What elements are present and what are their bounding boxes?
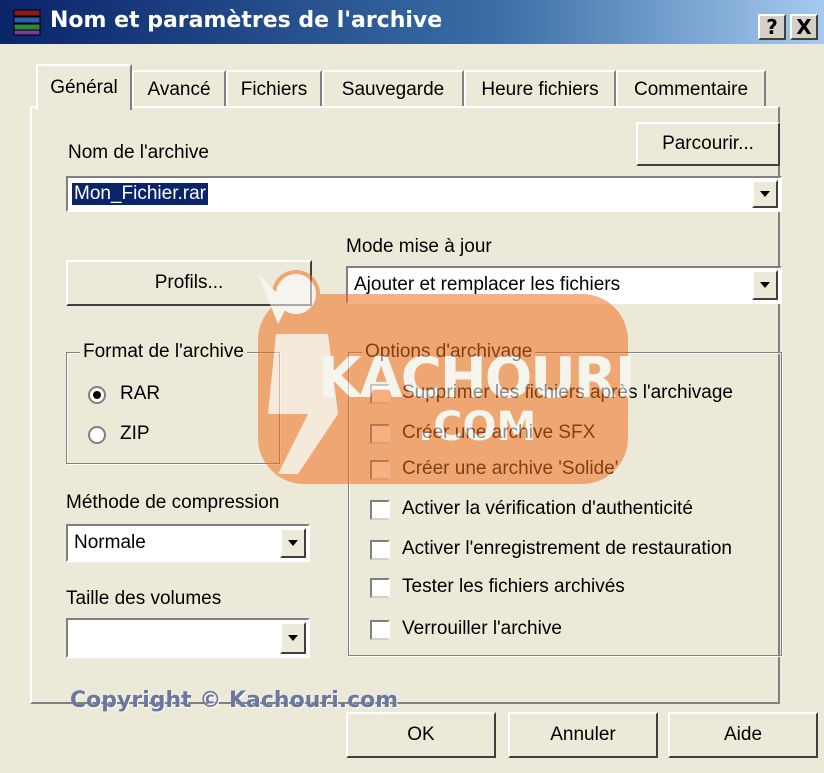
copyright-text: Copyright © Kachouri.com <box>70 688 399 713</box>
archive-name-dropdown-button[interactable] <box>752 180 778 208</box>
option-recovery-record-checkbox[interactable] <box>370 540 390 560</box>
option-authenticity-checkbox[interactable] <box>370 500 390 520</box>
help-button[interactable]: Aide <box>668 712 818 758</box>
option-delete-files-checkbox[interactable] <box>370 384 390 404</box>
radio-selected-dot <box>93 391 101 399</box>
update-mode-label: Mode mise à jour <box>346 236 492 257</box>
window-title: Nom et paramètres de l'archive <box>50 8 443 33</box>
close-icon: X <box>796 15 812 39</box>
tab-backup[interactable]: Sauvegarde <box>322 70 464 108</box>
option-lock-archive-label[interactable]: Verrouiller l'archive <box>402 618 562 640</box>
format-zip-radio[interactable] <box>88 426 106 444</box>
volume-size-combo[interactable] <box>66 618 310 658</box>
archive-name-combo[interactable]: Mon_Fichier.rar <box>66 176 782 212</box>
tab-files[interactable]: Fichiers <box>226 70 322 108</box>
tab-general[interactable]: Général <box>36 64 132 110</box>
volume-size-label: Taille des volumes <box>66 588 222 609</box>
format-rar-radio[interactable] <box>88 386 106 404</box>
browse-button[interactable]: Parcourir... <box>636 122 780 166</box>
option-sfx-label[interactable]: Créer une archive SFX <box>402 422 595 444</box>
format-zip-label[interactable]: ZIP <box>120 423 150 445</box>
update-mode-dropdown-button[interactable] <box>752 270 778 300</box>
update-mode-value: Ajouter et remplacer les fichiers <box>354 274 621 295</box>
winrar-books-icon <box>13 9 41 36</box>
help-icon: ? <box>766 15 778 39</box>
ok-button[interactable]: OK <box>346 712 496 758</box>
chevron-down-icon <box>760 282 770 288</box>
help-title-button[interactable]: ? <box>758 14 786 40</box>
cancel-button[interactable]: Annuler <box>508 712 658 758</box>
option-recovery-record-label[interactable]: Activer l'enregistrement de restauration <box>402 538 732 560</box>
close-title-button[interactable]: X <box>790 14 818 40</box>
update-mode-select[interactable]: Ajouter et remplacer les fichiers <box>346 266 782 304</box>
compression-label: Méthode de compression <box>66 492 280 513</box>
compression-select[interactable]: Normale <box>66 524 310 562</box>
archive-name-label: Nom de l'archive <box>68 142 209 163</box>
option-test-files-checkbox[interactable] <box>370 578 390 598</box>
archive-format-title: Format de l'archive <box>80 341 247 363</box>
chevron-down-icon <box>760 191 770 197</box>
archiving-options-title: Options d'archivage <box>362 341 536 363</box>
archive-format-group <box>66 352 280 464</box>
option-test-files-label[interactable]: Tester les fichiers archivés <box>402 576 625 598</box>
option-delete-files-label[interactable]: Supprimer les fichiers après l'archivage <box>402 382 733 404</box>
chevron-down-icon <box>288 635 298 641</box>
compression-value: Normale <box>74 532 146 553</box>
archive-name-value[interactable]: Mon_Fichier.rar <box>72 183 208 205</box>
option-solid-checkbox[interactable] <box>370 460 390 480</box>
tab-comment[interactable]: Commentaire <box>616 70 766 108</box>
compression-dropdown-button[interactable] <box>280 528 306 558</box>
option-lock-archive-checkbox[interactable] <box>370 620 390 640</box>
volume-size-dropdown-button[interactable] <box>280 622 306 654</box>
format-rar-label[interactable]: RAR <box>120 383 160 405</box>
tab-advanced[interactable]: Avancé <box>132 70 226 108</box>
chevron-down-icon <box>288 540 298 546</box>
option-sfx-checkbox[interactable] <box>370 424 390 444</box>
option-solid-label[interactable]: Créer une archive 'Solide' <box>402 458 618 480</box>
option-authenticity-label[interactable]: Activer la vérification d'authenticité <box>402 498 693 520</box>
profiles-button[interactable]: Profils... <box>66 260 312 306</box>
tab-file-time[interactable]: Heure fichiers <box>464 70 616 108</box>
